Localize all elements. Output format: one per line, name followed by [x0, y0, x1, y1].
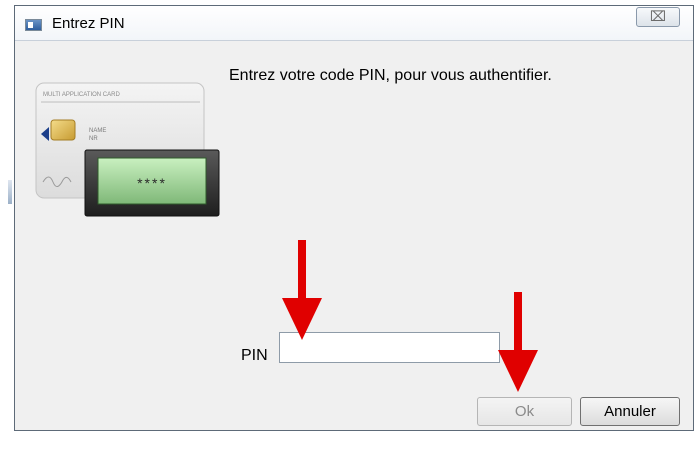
close-button[interactable]: ⌧	[636, 7, 680, 27]
ok-button[interactable]: Ok	[477, 397, 572, 426]
reader-pin-mask: ****	[137, 175, 167, 191]
chip-icon	[50, 119, 76, 141]
card-nr-label: NR	[89, 136, 98, 142]
cancel-button[interactable]: Annuler	[580, 397, 680, 426]
card-header-text: MULTI APPLICATION CARD	[43, 92, 120, 98]
window-icon	[25, 19, 42, 31]
background-edge	[8, 180, 12, 204]
dialog-content: Entrez votre code PIN, pour vous authent…	[15, 41, 693, 430]
close-icon: ⌧	[649, 8, 667, 24]
pin-input[interactable]	[279, 332, 500, 363]
title-bar: Entrez PIN ⌧	[15, 6, 693, 41]
pin-dialog: Entrez PIN ⌧ Entrez votre code PIN, pour…	[14, 5, 694, 431]
pin-label: PIN	[241, 347, 268, 364]
window-title: Entrez PIN	[52, 15, 125, 32]
pin-prompt: Entrez votre code PIN, pour vous authent…	[229, 67, 552, 84]
card-name-label: NAME	[89, 128, 106, 134]
smart-card-illustration: MULTI APPLICATION CARD NAME NR ****	[35, 82, 220, 217]
